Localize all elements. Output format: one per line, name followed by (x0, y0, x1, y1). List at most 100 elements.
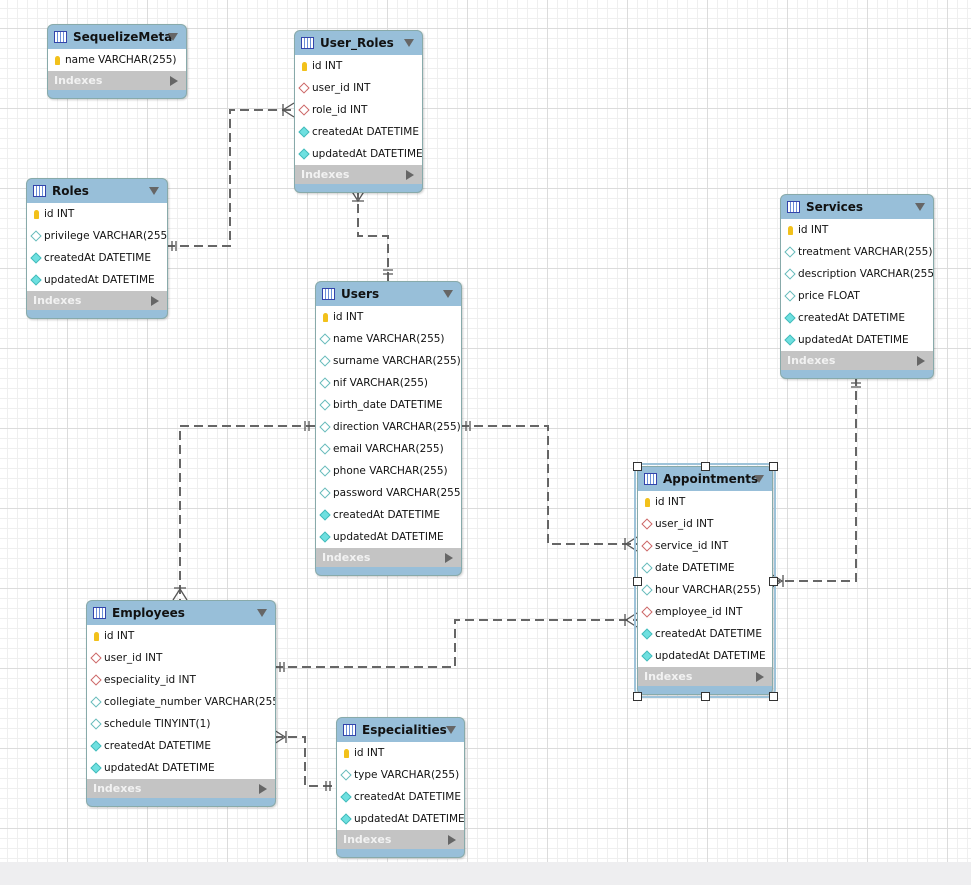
column-row[interactable]: updatedAt DATETIME (27, 269, 167, 291)
column-row[interactable]: name VARCHAR(255) (48, 49, 186, 71)
indexes-section[interactable]: Indexes (638, 667, 772, 686)
column-row[interactable]: privilege VARCHAR(255) (27, 225, 167, 247)
column-row[interactable]: createdAt DATETIME (337, 786, 464, 808)
collapse-arrow-icon[interactable] (404, 39, 414, 47)
column-row[interactable]: type VARCHAR(255) (337, 764, 464, 786)
indexes-section[interactable]: Indexes (295, 165, 422, 184)
indexes-section[interactable]: Indexes (87, 779, 275, 798)
resize-handle[interactable] (769, 577, 778, 586)
resize-handle[interactable] (633, 692, 642, 701)
indexes-section[interactable]: Indexes (781, 351, 933, 370)
resize-handle[interactable] (769, 462, 778, 471)
collapse-arrow-icon[interactable] (257, 609, 267, 617)
column-row[interactable]: hour VARCHAR(255) (638, 579, 772, 601)
column-row[interactable]: createdAt DATETIME (638, 623, 772, 645)
column-label: createdAt DATETIME (798, 312, 905, 324)
column-row[interactable]: user_id INT (87, 647, 275, 669)
table-users[interactable]: Users id INT name VARCHAR(255) surname VARC… (315, 281, 462, 576)
column-row[interactable]: id INT (781, 219, 933, 241)
column-row[interactable]: name VARCHAR(255) (316, 328, 461, 350)
expand-arrow-icon[interactable] (445, 553, 453, 563)
column-row[interactable]: createdAt DATETIME (87, 735, 275, 757)
table-roles[interactable]: Roles id INT privilege VARCHAR(255) created… (26, 178, 168, 319)
column-row[interactable]: nif VARCHAR(255) (316, 372, 461, 394)
indexes-label: Indexes (644, 670, 693, 683)
table-footer (781, 370, 933, 378)
table-header[interactable]: Roles (27, 179, 167, 203)
column-row[interactable]: updatedAt DATETIME (316, 526, 461, 548)
expand-arrow-icon[interactable] (448, 835, 456, 845)
column-row[interactable]: createdAt DATETIME (316, 504, 461, 526)
column-row[interactable]: updatedAt DATETIME (87, 757, 275, 779)
table-header[interactable]: Employees (87, 601, 275, 625)
collapse-arrow-icon[interactable] (915, 203, 925, 211)
column-row[interactable]: description VARCHAR(255) (781, 263, 933, 285)
indexes-section[interactable]: Indexes (316, 548, 461, 567)
column-row[interactable]: updatedAt DATETIME (295, 143, 422, 165)
column-row[interactable]: password VARCHAR(255) (316, 482, 461, 504)
expand-arrow-icon[interactable] (406, 170, 414, 180)
table-employees[interactable]: Employees id INT user_id INT especiality_id… (86, 600, 276, 807)
table-especialities[interactable]: Especialities id INT type VARCHAR(255) crea… (336, 717, 465, 858)
column-row[interactable]: createdAt DATETIME (781, 307, 933, 329)
column-row[interactable]: date DATETIME (638, 557, 772, 579)
foreign-key-icon (90, 674, 102, 686)
column-row[interactable]: treatment VARCHAR(255) (781, 241, 933, 263)
column-row[interactable]: id INT (337, 742, 464, 764)
indexes-label: Indexes (343, 833, 392, 846)
column-row[interactable]: id INT (87, 625, 275, 647)
collapse-arrow-icon[interactable] (446, 726, 456, 734)
table-services[interactable]: Services id INT treatment VARCHAR(255) desc… (780, 194, 934, 379)
table-user_roles[interactable]: User_Roles id INT user_id INT role_id INT cr… (294, 30, 423, 193)
expand-arrow-icon[interactable] (917, 356, 925, 366)
column-row[interactable]: createdAt DATETIME (295, 121, 422, 143)
collapse-arrow-icon[interactable] (443, 290, 453, 298)
resize-handle[interactable] (701, 692, 710, 701)
indexes-section[interactable]: Indexes (27, 291, 167, 310)
column-row[interactable]: especiality_id INT (87, 669, 275, 691)
column-row[interactable]: phone VARCHAR(255) (316, 460, 461, 482)
indexes-section[interactable]: Indexes (337, 830, 464, 849)
column-label: type VARCHAR(255) (354, 769, 460, 781)
column-row[interactable]: employee_id INT (638, 601, 772, 623)
table-appointments[interactable]: Appointments id INT user_id INT service_id … (634, 463, 776, 698)
column-row[interactable]: id INT (295, 55, 422, 77)
column-row[interactable]: user_id INT (295, 77, 422, 99)
column-row[interactable]: surname VARCHAR(255) (316, 350, 461, 372)
collapse-arrow-icon[interactable] (754, 475, 764, 483)
column-row[interactable]: updatedAt DATETIME (638, 645, 772, 667)
table-header[interactable]: User_Roles (295, 31, 422, 55)
column-row[interactable]: id INT (316, 306, 461, 328)
expand-arrow-icon[interactable] (170, 76, 178, 86)
column-row[interactable]: createdAt DATETIME (27, 247, 167, 269)
column-row[interactable]: updatedAt DATETIME (337, 808, 464, 830)
resize-handle[interactable] (701, 462, 710, 471)
table-header[interactable]: Especialities (337, 718, 464, 742)
table-header[interactable]: Services (781, 195, 933, 219)
column-row[interactable]: email VARCHAR(255) (316, 438, 461, 460)
table-icon (644, 473, 657, 485)
column-row[interactable]: role_id INT (295, 99, 422, 121)
column-row[interactable]: schedule TINYINT(1) (87, 713, 275, 735)
expand-arrow-icon[interactable] (259, 784, 267, 794)
column-row[interactable]: user_id INT (638, 513, 772, 535)
indexes-section[interactable]: Indexes (48, 71, 186, 90)
column-row[interactable]: service_id INT (638, 535, 772, 557)
collapse-arrow-icon[interactable] (168, 33, 178, 41)
column-row[interactable]: direction VARCHAR(255) (316, 416, 461, 438)
column-row[interactable]: id INT (27, 203, 167, 225)
table-sequelizemeta[interactable]: SequelizeMeta name VARCHAR(255) Indexes (47, 24, 187, 99)
column-row[interactable]: collegiate_number VARCHAR(255) (87, 691, 275, 713)
column-row[interactable]: updatedAt DATETIME (781, 329, 933, 351)
resize-handle[interactable] (633, 462, 642, 471)
collapse-arrow-icon[interactable] (149, 187, 159, 195)
column-row[interactable]: birth_date DATETIME (316, 394, 461, 416)
column-row[interactable]: id INT (638, 491, 772, 513)
resize-handle[interactable] (633, 577, 642, 586)
column-row[interactable]: price FLOAT (781, 285, 933, 307)
table-header[interactable]: Users (316, 282, 461, 306)
table-header[interactable]: SequelizeMeta (48, 25, 186, 49)
resize-handle[interactable] (769, 692, 778, 701)
expand-arrow-icon[interactable] (756, 672, 764, 682)
expand-arrow-icon[interactable] (151, 296, 159, 306)
